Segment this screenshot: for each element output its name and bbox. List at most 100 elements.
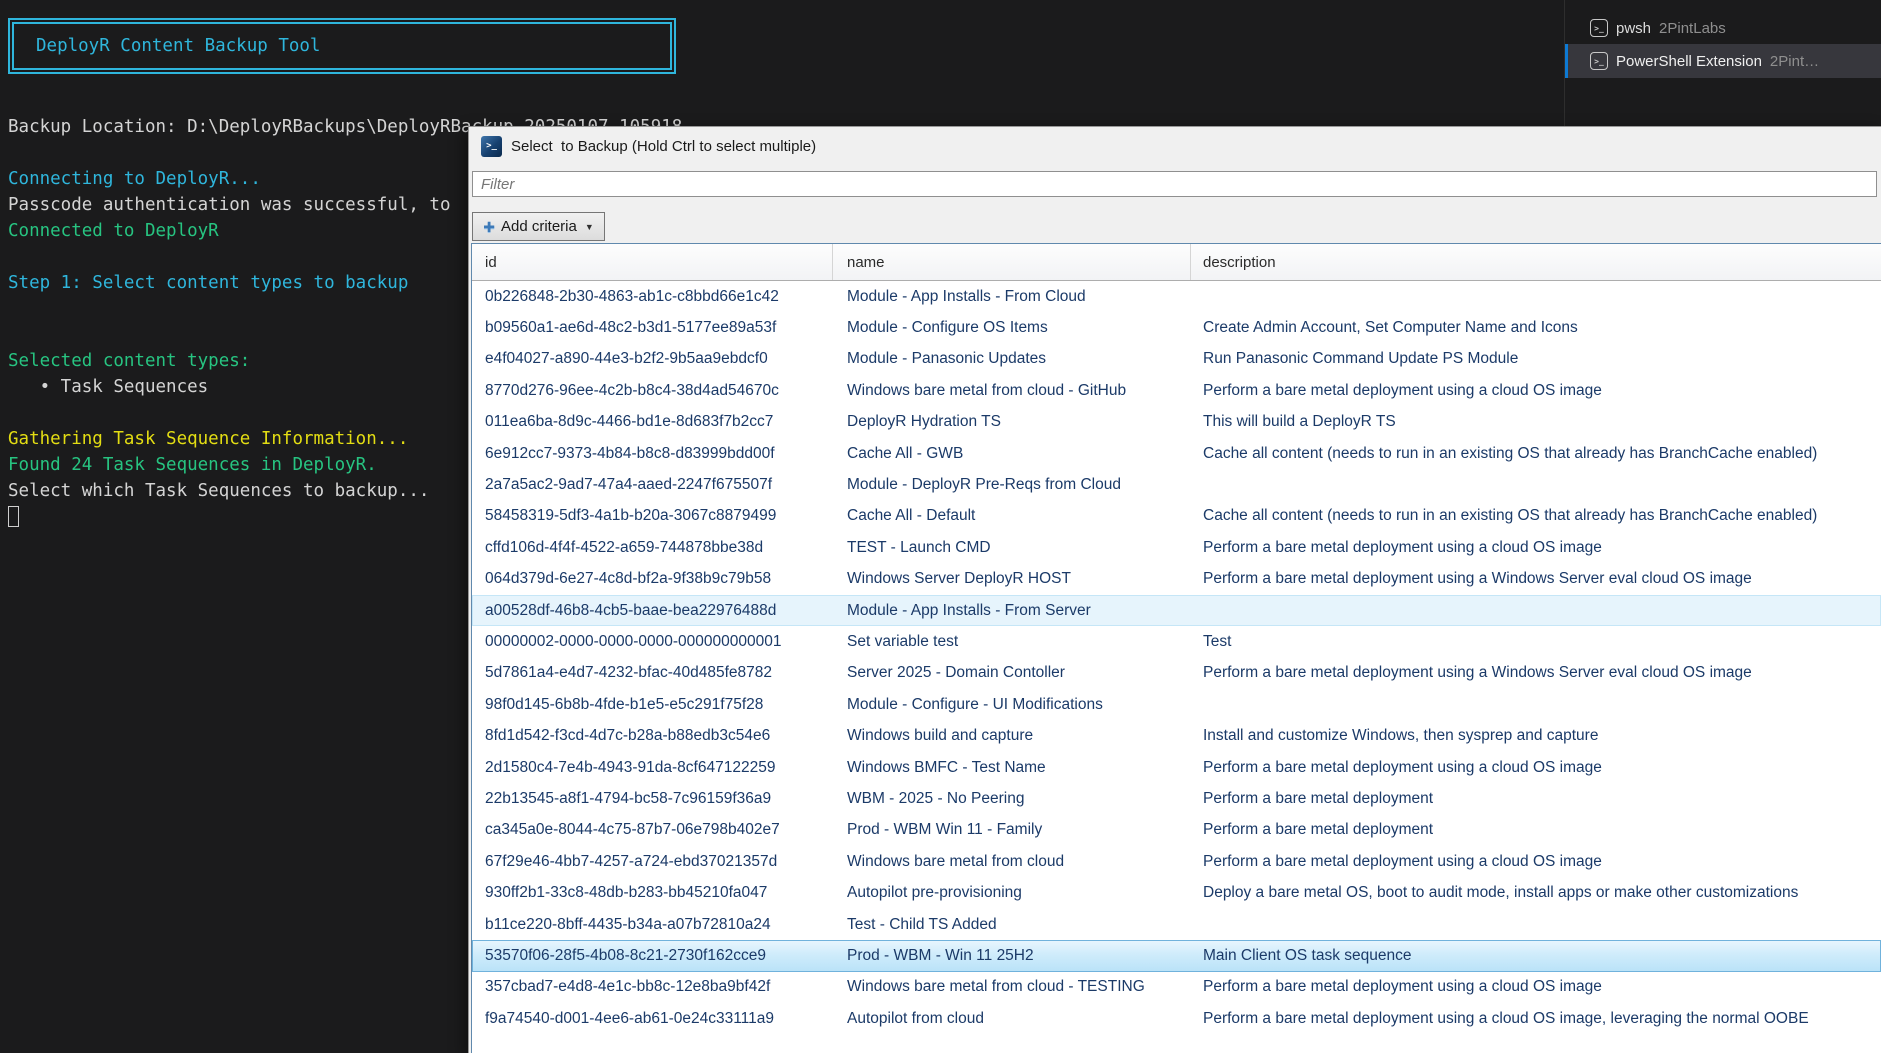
table-row[interactable]: cffd106d-4f4f-4522-a659-744878bbe38d TEST…: [472, 532, 1881, 563]
out-gridview-window: >_ Select to Backup (Hold Ctrl to select…: [468, 126, 1881, 1053]
cell-name: Server 2025 - Domain Contoller: [847, 664, 1065, 682]
table-row[interactable]: 98f0d145-6b8b-4fde-b1e5-e5c291f75f28 Modu…: [472, 689, 1881, 720]
terminal-tab-pwsh[interactable]: >_ pwsh 2PintLabs: [1565, 12, 1881, 44]
cell-description: Perform a bare metal deployment using a …: [1203, 852, 1602, 870]
cell-name: Test - Child TS Added: [847, 915, 997, 933]
cell-id: 930ff2b1-33c8-48db-b283-bb45210fa047: [485, 884, 768, 902]
cell-name: Windows bare metal from cloud - TESTING: [847, 978, 1145, 996]
column-header-description[interactable]: description: [1191, 244, 1881, 280]
cell-description: Test: [1203, 632, 1232, 650]
cell-description: Perform a bare metal deployment using a …: [1203, 570, 1752, 588]
cell-name: Windows Server DeployR HOST: [847, 570, 1071, 588]
results-table: id name description 0b226848-2b30-4863-a…: [471, 243, 1881, 1053]
cell-name: Module - Panasonic Updates: [847, 350, 1047, 368]
cell-description: Main Client OS task sequence: [1203, 946, 1412, 964]
table-row[interactable]: 2a7a5ac2-9ad7-47a4-aaed-2247f675507f Modu…: [472, 469, 1881, 500]
cell-description: Perform a bare metal deployment using a …: [1203, 1009, 1809, 1027]
cell-name: Windows bare metal from cloud - GitHub: [847, 381, 1127, 399]
chevron-down-icon: ▼: [584, 221, 594, 232]
cell-name: Autopilot from cloud: [847, 1009, 984, 1027]
cell-id: 2a7a5ac2-9ad7-47a4-aaed-2247f675507f: [485, 476, 772, 494]
cell-name: WBM - 2025 - No Peering: [847, 789, 1025, 807]
cell-id: 0b226848-2b30-4863-ab1c-c8bbd66e1c42: [485, 287, 779, 305]
table-row[interactable]: ca345a0e-8044-4c75-87b7-06e798b402e7 Prod…: [472, 815, 1881, 846]
cell-description: Create Admin Account, Set Computer Name …: [1203, 319, 1578, 337]
table-row[interactable]: 22b13545-a8f1-4794-bc58-7c96159f36a9 WBM …: [472, 783, 1881, 814]
cell-name: Cache All - Default: [847, 507, 976, 525]
cell-name: Windows bare metal from cloud: [847, 852, 1065, 870]
add-criteria-label: Add criteria: [500, 218, 577, 235]
cell-description: Perform a bare metal deployment using a …: [1203, 758, 1602, 776]
cell-id: 6e912cc7-9373-4b84-b8c8-d83999bdd00f: [485, 444, 775, 462]
table-header: id name description: [472, 244, 1881, 281]
table-row[interactable]: e4f04027-a890-44e3-b2f2-9b5aa9ebdcf0 Modu…: [472, 344, 1881, 375]
table-row[interactable]: a00528df-46b8-4cb5-baae-bea22976488d Modu…: [472, 594, 1881, 627]
cell-name: Prod - WBM Win 11 - Family: [847, 821, 1043, 839]
cell-id: 011ea6ba-8d9c-4466-bd1e-8d683f7b2cc7: [485, 413, 774, 431]
table-row[interactable]: 064d379d-6e27-4c8d-bf2a-9f38b9c79b58 Wind…: [472, 564, 1881, 595]
cell-description: This will build a DeployR TS: [1203, 413, 1396, 431]
terminal-tab-detail: 2PintLabs: [1659, 19, 1726, 37]
filter-input[interactable]: [472, 171, 1877, 197]
cell-id: b11ce220-8bff-4435-b34a-a07b72810a24: [485, 915, 771, 933]
cell-description: Perform a bare metal deployment using a …: [1203, 381, 1602, 399]
table-row[interactable]: b09560a1-ae6d-48c2-b3d1-5177ee89a53f Modu…: [472, 312, 1881, 343]
table-body: 0b226848-2b30-4863-ab1c-c8bbd66e1c42 Modu…: [472, 281, 1881, 1034]
window-titlebar[interactable]: >_ Select to Backup (Hold Ctrl to select…: [469, 127, 1881, 165]
cell-name: Module - Configure OS Items: [847, 319, 1048, 337]
cell-name: Module - App Installs - From Cloud: [847, 287, 1086, 305]
table-row[interactable]: f9a74540-d001-4ee6-ab61-0e24c33111a9 Auto…: [472, 1003, 1881, 1034]
cell-id: 00000002-0000-0000-0000-000000000001: [485, 632, 782, 650]
table-row[interactable]: 5d7861a4-e4d7-4232-bfac-40d485fe8782 Serv…: [472, 658, 1881, 689]
terminal-tab-label: PowerShell Extension: [1616, 52, 1762, 70]
cell-id: 2d1580c4-7e4b-4943-91da-8cf647122259: [485, 758, 776, 776]
table-row[interactable]: 58458319-5df3-4a1b-b20a-3067c8879499 Cach…: [472, 501, 1881, 532]
cell-description: Perform a bare metal deployment: [1203, 789, 1434, 807]
column-header-name[interactable]: name: [833, 244, 1191, 280]
cell-description: Cache all content (needs to run in an ex…: [1203, 444, 1818, 462]
plus-icon: ✚: [483, 218, 495, 235]
table-row[interactable]: 357cbad7-e4d8-4e1c-bb8c-12e8ba9bf42f Wind…: [472, 972, 1881, 1003]
cell-name: Module - Configure - UI Modifications: [847, 695, 1103, 713]
cell-name: Prod - WBM - Win 11 25H2: [847, 946, 1034, 964]
table-row[interactable]: 930ff2b1-33c8-48db-b283-bb45210fa047 Auto…: [472, 877, 1881, 908]
cell-id: 22b13545-a8f1-4794-bc58-7c96159f36a9: [485, 789, 772, 807]
terminal-banner-title: DeployR Content Backup Tool: [36, 36, 321, 56]
table-row[interactable]: 8fd1d542-f3cd-4d7c-b28a-b88edb3c54e6 Wind…: [472, 720, 1881, 751]
cell-description: Perform a bare metal deployment using a …: [1203, 538, 1602, 556]
cell-name: Module - DeployR Pre-Reqs from Cloud: [847, 476, 1121, 494]
cell-name: Cache All - GWB: [847, 444, 964, 462]
cell-name: Windows build and capture: [847, 727, 1034, 745]
cell-id: 67f29e46-4bb7-4257-a724-ebd37021357d: [485, 852, 778, 870]
table-row[interactable]: 00000002-0000-0000-0000-000000000001 Set …: [472, 626, 1881, 657]
cell-description: Cache all content (needs to run in an ex…: [1203, 507, 1818, 525]
cell-name: Windows BMFC - Test Name: [847, 758, 1046, 776]
table-row[interactable]: b11ce220-8bff-4435-b34a-a07b72810a24 Test…: [472, 909, 1881, 940]
terminal-banner-box: DeployR Content Backup Tool: [8, 18, 676, 74]
terminal-tab-label: pwsh: [1616, 19, 1652, 37]
cell-id: e4f04027-a890-44e3-b2f2-9b5aa9ebdcf0: [485, 350, 768, 368]
cell-description: Perform a bare metal deployment using a …: [1203, 664, 1752, 682]
cell-id: 357cbad7-e4d8-4e1c-bb8c-12e8ba9bf42f: [485, 978, 771, 996]
add-criteria-button[interactable]: ✚ Add criteria ▼: [472, 212, 605, 241]
cell-name: Module - App Installs - From Server: [847, 601, 1091, 619]
table-row[interactable]: 8770d276-96ee-4c2b-b8c4-38d4ad54670c Wind…: [472, 375, 1881, 406]
terminal-icon: >_: [1590, 52, 1608, 70]
cell-id: cffd106d-4f4f-4522-a659-744878bbe38d: [485, 538, 764, 556]
terminal-tab-detail: 2Pint…: [1769, 52, 1820, 70]
powershell-icon: >_: [481, 135, 502, 157]
cell-id: 5d7861a4-e4d7-4232-bfac-40d485fe8782: [485, 664, 772, 682]
table-row[interactable]: 011ea6ba-8d9c-4466-bd1e-8d683f7b2cc7 Depl…: [472, 407, 1881, 438]
cell-name: TEST - Launch CMD: [847, 538, 991, 556]
cell-id: f9a74540-d001-4ee6-ab61-0e24c33111a9: [485, 1009, 775, 1027]
table-row[interactable]: 6e912cc7-9373-4b84-b8c8-d83999bdd00f Cach…: [472, 438, 1881, 469]
terminal-tab-powershell-extension[interactable]: >_ PowerShell Extension 2Pint…: [1565, 44, 1881, 78]
table-row[interactable]: 53570f06-28f5-4b08-8c21-2730f162cce9 Prod…: [472, 940, 1881, 972]
cell-description: Deploy a bare metal OS, boot to audit mo…: [1203, 884, 1799, 902]
cell-id: a00528df-46b8-4cb5-baae-bea22976488d: [485, 601, 777, 619]
table-row[interactable]: 0b226848-2b30-4863-ab1c-c8bbd66e1c42 Modu…: [472, 281, 1881, 312]
table-row[interactable]: 67f29e46-4bb7-4257-a724-ebd37021357d Wind…: [472, 846, 1881, 877]
table-row[interactable]: 2d1580c4-7e4b-4943-91da-8cf647122259 Wind…: [472, 752, 1881, 783]
column-header-id[interactable]: id: [472, 244, 833, 280]
cell-name: Set variable test: [847, 632, 959, 650]
